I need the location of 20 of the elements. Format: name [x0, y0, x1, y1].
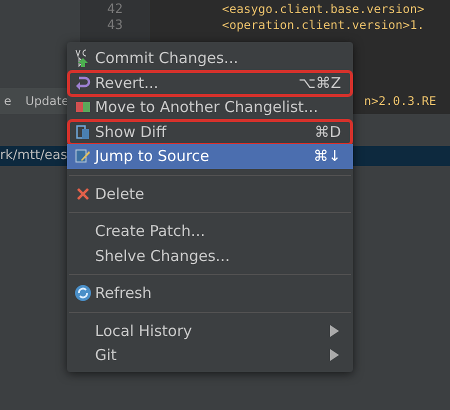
undo-icon [75, 74, 91, 91]
menu-item[interactable]: Commit Changes... [67, 46, 353, 70]
diff-icon [75, 124, 91, 140]
code-line: <operation.client.version>1. [222, 18, 426, 33]
refresh-icon [74, 284, 92, 302]
menu-item[interactable]: Local History [67, 318, 353, 343]
delete-icon [76, 186, 90, 201]
menu-item[interactable]: Shelve Changes... [67, 244, 353, 268]
menu-item[interactable]: Git [67, 343, 353, 368]
pencil-icon [75, 148, 91, 164]
line-number: 43 [107, 18, 123, 33]
menu-item[interactable]: Refresh [67, 281, 353, 306]
menu-item[interactable]: Create Patch... [67, 219, 353, 244]
menu-item[interactable]: Revert... ⌥⌘Z [67, 70, 353, 95]
line-number: 42 [107, 2, 123, 17]
update-button[interactable]: Update [25, 94, 69, 108]
menu-item[interactable]: Jump to Source ⌘↓ [67, 144, 353, 168]
code-line: <easygo.client.base.version> [222, 2, 426, 17]
menu-item[interactable]: Delete [67, 182, 353, 206]
toolbar-label: e [4, 94, 12, 108]
